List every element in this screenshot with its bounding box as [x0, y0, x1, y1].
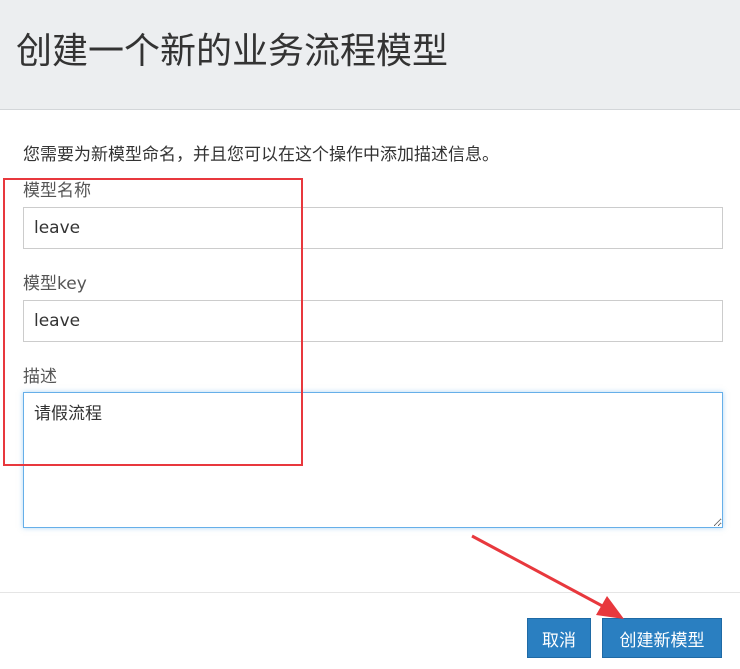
model-name-label: 模型名称 [23, 181, 91, 201]
model-key-input[interactable] [23, 300, 723, 342]
dialog-description: 您需要为新模型命名，并且您可以在这个操作中添加描述信息。 [23, 145, 499, 165]
model-key-label: 模型key [23, 274, 87, 294]
create-model-button[interactable]: 创建新模型 [602, 618, 722, 658]
dialog-title: 创建一个新的业务流程模型 [16, 31, 449, 72]
footer-divider [0, 592, 740, 593]
create-model-dialog: 创建一个新的业务流程模型 您需要为新模型命名，并且您可以在这个操作中添加描述信息… [0, 0, 740, 669]
dialog-header: 创建一个新的业务流程模型 [0, 0, 740, 110]
cancel-button[interactable]: 取消 [527, 618, 591, 658]
description-textarea[interactable]: 请假流程 [23, 392, 723, 528]
model-name-input[interactable] [23, 207, 723, 249]
description-label: 描述 [23, 367, 57, 387]
